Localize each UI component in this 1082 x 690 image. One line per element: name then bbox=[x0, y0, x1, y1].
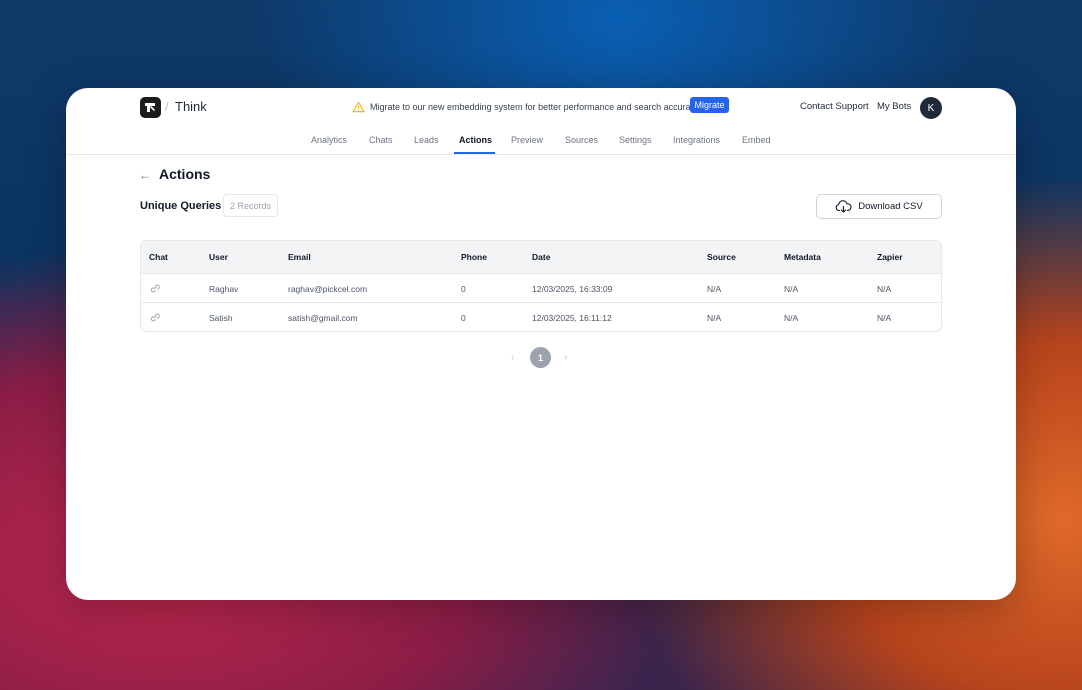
column-header-date: Date bbox=[532, 252, 551, 262]
user-avatar[interactable]: K bbox=[920, 97, 942, 119]
tab-sources[interactable]: Sources bbox=[565, 135, 598, 153]
cell-metadata: N/A bbox=[784, 284, 799, 294]
tab-actions[interactable]: Actions bbox=[459, 135, 492, 153]
table-header: Chat User Email Phone Date Source Metada… bbox=[141, 241, 941, 273]
cell-phone: 0 bbox=[461, 313, 466, 323]
cell-date: 12/03/2025, 16:11:12 bbox=[532, 313, 612, 323]
next-page-button[interactable]: › bbox=[564, 352, 567, 363]
cell-date: 12/03/2025, 16:33:09 bbox=[532, 284, 613, 294]
tab-embed[interactable]: Embed bbox=[742, 135, 771, 153]
logo-icon[interactable] bbox=[140, 97, 161, 118]
page-title: Actions bbox=[159, 166, 211, 182]
column-header-metadata: Metadata bbox=[784, 252, 821, 262]
tab-settings[interactable]: Settings bbox=[619, 135, 652, 153]
top-navigation: / Think Migrate to our new embedding sys… bbox=[66, 88, 1016, 155]
previous-page-button[interactable]: ‹ bbox=[511, 352, 514, 363]
records-badge: 2 Records bbox=[223, 194, 278, 217]
column-header-email: Email bbox=[288, 252, 311, 262]
arrow-left-icon[interactable]: ← bbox=[139, 168, 151, 182]
tab-leads[interactable]: Leads bbox=[414, 135, 439, 153]
my-bots-link[interactable]: My Bots bbox=[877, 101, 911, 112]
notice-text: Migrate to our new embedding system for … bbox=[370, 102, 702, 112]
cell-user: Raghav bbox=[209, 284, 239, 294]
column-header-user: User bbox=[209, 252, 228, 262]
cell-phone: 0 bbox=[461, 284, 466, 294]
cell-zapier: N/A bbox=[877, 313, 892, 323]
migration-notice: Migrate to our new embedding system for … bbox=[352, 98, 702, 116]
tab-analytics[interactable]: Analytics bbox=[311, 135, 347, 153]
download-csv-label: Download CSV bbox=[858, 201, 923, 212]
warning-icon bbox=[352, 101, 365, 113]
breadcrumb-separator: / bbox=[165, 100, 169, 114]
contact-support-link[interactable]: Contact Support bbox=[800, 101, 869, 112]
cell-email: satish@gmail.com bbox=[288, 313, 358, 323]
active-tab-indicator bbox=[454, 152, 495, 154]
bot-name[interactable]: Think bbox=[175, 99, 207, 114]
cell-metadata: N/A bbox=[784, 313, 799, 323]
table-row[interactable]: Raghav raghav@pickcel.com 0 12/03/2025, … bbox=[141, 273, 941, 303]
column-header-zapier: Zapier bbox=[877, 252, 903, 262]
section-title: Unique Queries bbox=[140, 200, 222, 212]
cell-user: Satish bbox=[209, 313, 233, 323]
migrate-button[interactable]: Migrate bbox=[690, 97, 729, 113]
pagination: ‹ 1 › bbox=[66, 347, 1016, 369]
link-icon[interactable] bbox=[149, 312, 161, 322]
cell-email: raghav@pickcel.com bbox=[288, 284, 368, 294]
tab-integrations[interactable]: Integrations bbox=[673, 135, 720, 153]
column-header-source: Source bbox=[707, 252, 736, 262]
link-icon[interactable] bbox=[149, 283, 161, 293]
cell-source: N/A bbox=[707, 313, 722, 323]
queries-table: Chat User Email Phone Date Source Metada… bbox=[140, 240, 942, 332]
table-row[interactable]: Satish satish@gmail.com 0 12/03/2025, 16… bbox=[141, 302, 941, 331]
column-header-phone: Phone bbox=[461, 252, 487, 262]
app-window: / Think Migrate to our new embedding sys… bbox=[66, 88, 1016, 600]
cloud-download-icon bbox=[835, 200, 852, 213]
tab-preview[interactable]: Preview bbox=[511, 135, 543, 153]
tab-chats[interactable]: Chats bbox=[369, 135, 393, 153]
tab-bar: Analytics Chats Leads Actions Preview So… bbox=[66, 135, 1016, 154]
download-csv-button[interactable]: Download CSV bbox=[816, 194, 942, 219]
cell-zapier: N/A bbox=[877, 284, 892, 294]
page-number-button[interactable]: 1 bbox=[530, 347, 551, 368]
column-header-chat: Chat bbox=[149, 252, 168, 262]
cell-source: N/A bbox=[707, 284, 722, 294]
